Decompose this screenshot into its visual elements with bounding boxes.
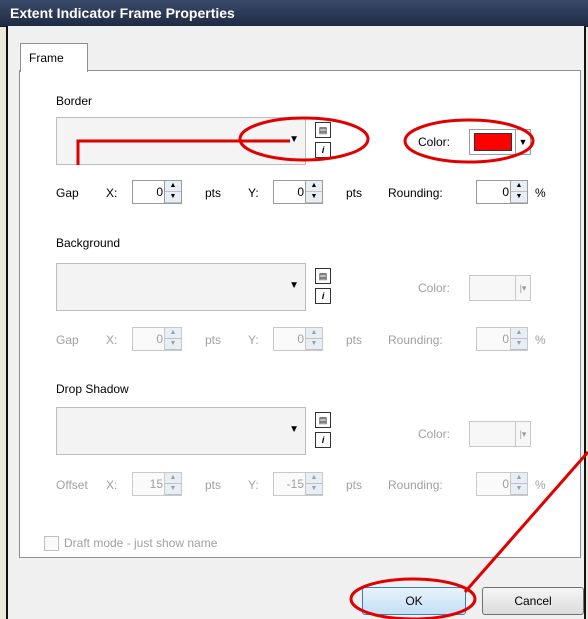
- drop-shadow-rounding-label: Rounding:: [388, 478, 443, 492]
- border-rounding-units: %: [535, 186, 546, 200]
- spin-down-icon[interactable]: ▼: [511, 339, 527, 350]
- background-x-units: pts: [205, 333, 222, 347]
- chevron-down-icon[interactable]: |▾: [515, 422, 530, 446]
- dropdown-arrow-icon: ▼: [289, 280, 299, 291]
- drop-shadow-offset-x-input[interactable]: 15 ▲ ▼: [132, 472, 182, 496]
- spin-up-icon[interactable]: ▲: [306, 181, 322, 192]
- drop-shadow-section-label: Drop Shadow: [56, 382, 129, 396]
- border-gap-label: Gap: [56, 186, 79, 200]
- drop-shadow-color-label: Color:: [418, 427, 451, 441]
- drop-shadow-rounding-input[interactable]: 0 ▲ ▼: [476, 472, 528, 496]
- spin-up-icon[interactable]: ▲: [511, 328, 527, 339]
- border-gap-x-input[interactable]: 0 ▲ ▼: [132, 180, 182, 204]
- border-color-swatch: [474, 133, 512, 151]
- border-y-label: Y:: [248, 186, 259, 200]
- spin-up-icon[interactable]: ▲: [165, 473, 181, 484]
- background-gap-x-input[interactable]: 0 ▲ ▼: [132, 327, 182, 351]
- drop-shadow-rounding-units: %: [535, 478, 546, 492]
- drop-shadow-style-combo[interactable]: ▼: [56, 407, 306, 455]
- background-gap-y-input[interactable]: 0 ▲ ▼: [273, 327, 323, 351]
- spin-down-icon[interactable]: ▼: [165, 484, 181, 495]
- background-rounding-input[interactable]: 0 ▲ ▼: [476, 327, 528, 351]
- drop-shadow-x-label: X:: [106, 478, 118, 492]
- dropdown-arrow-icon: ▼: [289, 134, 299, 145]
- symbol-selector-icon[interactable]: ▤: [315, 122, 331, 138]
- spin-down-icon[interactable]: ▼: [306, 484, 322, 495]
- chevron-down-icon[interactable]: ▼: [515, 130, 530, 154]
- drop-shadow-color-picker[interactable]: |▾: [469, 421, 531, 447]
- background-x-label: X:: [106, 333, 118, 347]
- chevron-down-icon[interactable]: |▾: [515, 276, 530, 300]
- background-color-picker[interactable]: |▾: [469, 275, 531, 301]
- border-rounding-input[interactable]: 0 ▲ ▼: [476, 180, 528, 204]
- background-rounding-units: %: [535, 333, 546, 347]
- title-bar: Extent Indicator Frame Properties: [0, 0, 588, 27]
- spin-down-icon[interactable]: ▼: [511, 192, 527, 203]
- border-color-label: Color:: [418, 135, 451, 149]
- background-color-label: Color:: [418, 281, 451, 295]
- symbol-selector-icon[interactable]: ▤: [315, 412, 331, 428]
- drop-shadow-y-label: Y:: [248, 478, 259, 492]
- tab-frame-label: Frame: [29, 51, 64, 65]
- border-y-units: pts: [346, 186, 363, 200]
- spin-up-icon[interactable]: ▲: [511, 181, 527, 192]
- drop-shadow-y-units: pts: [346, 478, 363, 492]
- drop-shadow-x-units: pts: [205, 478, 222, 492]
- background-y-units: pts: [346, 333, 363, 347]
- draft-mode-checkbox[interactable]: [44, 536, 59, 551]
- dropdown-arrow-icon: ▼: [289, 424, 299, 435]
- border-gap-y-input[interactable]: 0 ▲ ▼: [273, 180, 323, 204]
- spin-up-icon[interactable]: ▲: [306, 328, 322, 339]
- spin-up-icon[interactable]: ▲: [306, 473, 322, 484]
- tab-frame[interactable]: Frame: [20, 43, 88, 72]
- drop-shadow-offset-y-input[interactable]: -15 ▲ ▼: [273, 472, 323, 496]
- properties-icon[interactable]: 𝒊: [315, 432, 331, 448]
- spin-up-icon[interactable]: ▲: [165, 181, 181, 192]
- spin-down-icon[interactable]: ▼: [306, 192, 322, 203]
- spin-up-icon[interactable]: ▲: [511, 473, 527, 484]
- border-section-label: Border: [56, 94, 93, 108]
- spin-down-icon[interactable]: ▼: [511, 484, 527, 495]
- background-rounding-label: Rounding:: [388, 333, 443, 347]
- symbol-selector-icon[interactable]: ▤: [315, 268, 331, 284]
- background-style-combo[interactable]: ▼: [56, 263, 306, 311]
- border-rounding-label: Rounding:: [388, 186, 443, 200]
- properties-icon[interactable]: 𝒊: [315, 288, 331, 304]
- spin-down-icon[interactable]: ▼: [165, 192, 181, 203]
- border-style-combo[interactable]: ▼: [56, 117, 306, 165]
- background-section-label: Background: [56, 236, 121, 250]
- spin-down-icon[interactable]: ▼: [306, 339, 322, 350]
- ok-button[interactable]: OK: [362, 587, 466, 615]
- border-x-label: X:: [106, 186, 118, 200]
- drop-shadow-offset-label: Offset: [56, 478, 88, 492]
- spin-down-icon[interactable]: ▼: [165, 339, 181, 350]
- background-y-label: Y:: [248, 333, 259, 347]
- spin-up-icon[interactable]: ▲: [165, 328, 181, 339]
- cancel-button[interactable]: Cancel: [482, 587, 584, 615]
- window-title: Extent Indicator Frame Properties: [10, 5, 235, 21]
- properties-icon[interactable]: 𝒊: [315, 142, 331, 158]
- draft-mode-label: Draft mode - just show name: [64, 536, 218, 550]
- border-x-units: pts: [205, 186, 222, 200]
- border-color-picker[interactable]: ▼: [469, 129, 531, 155]
- background-gap-label: Gap: [56, 333, 79, 347]
